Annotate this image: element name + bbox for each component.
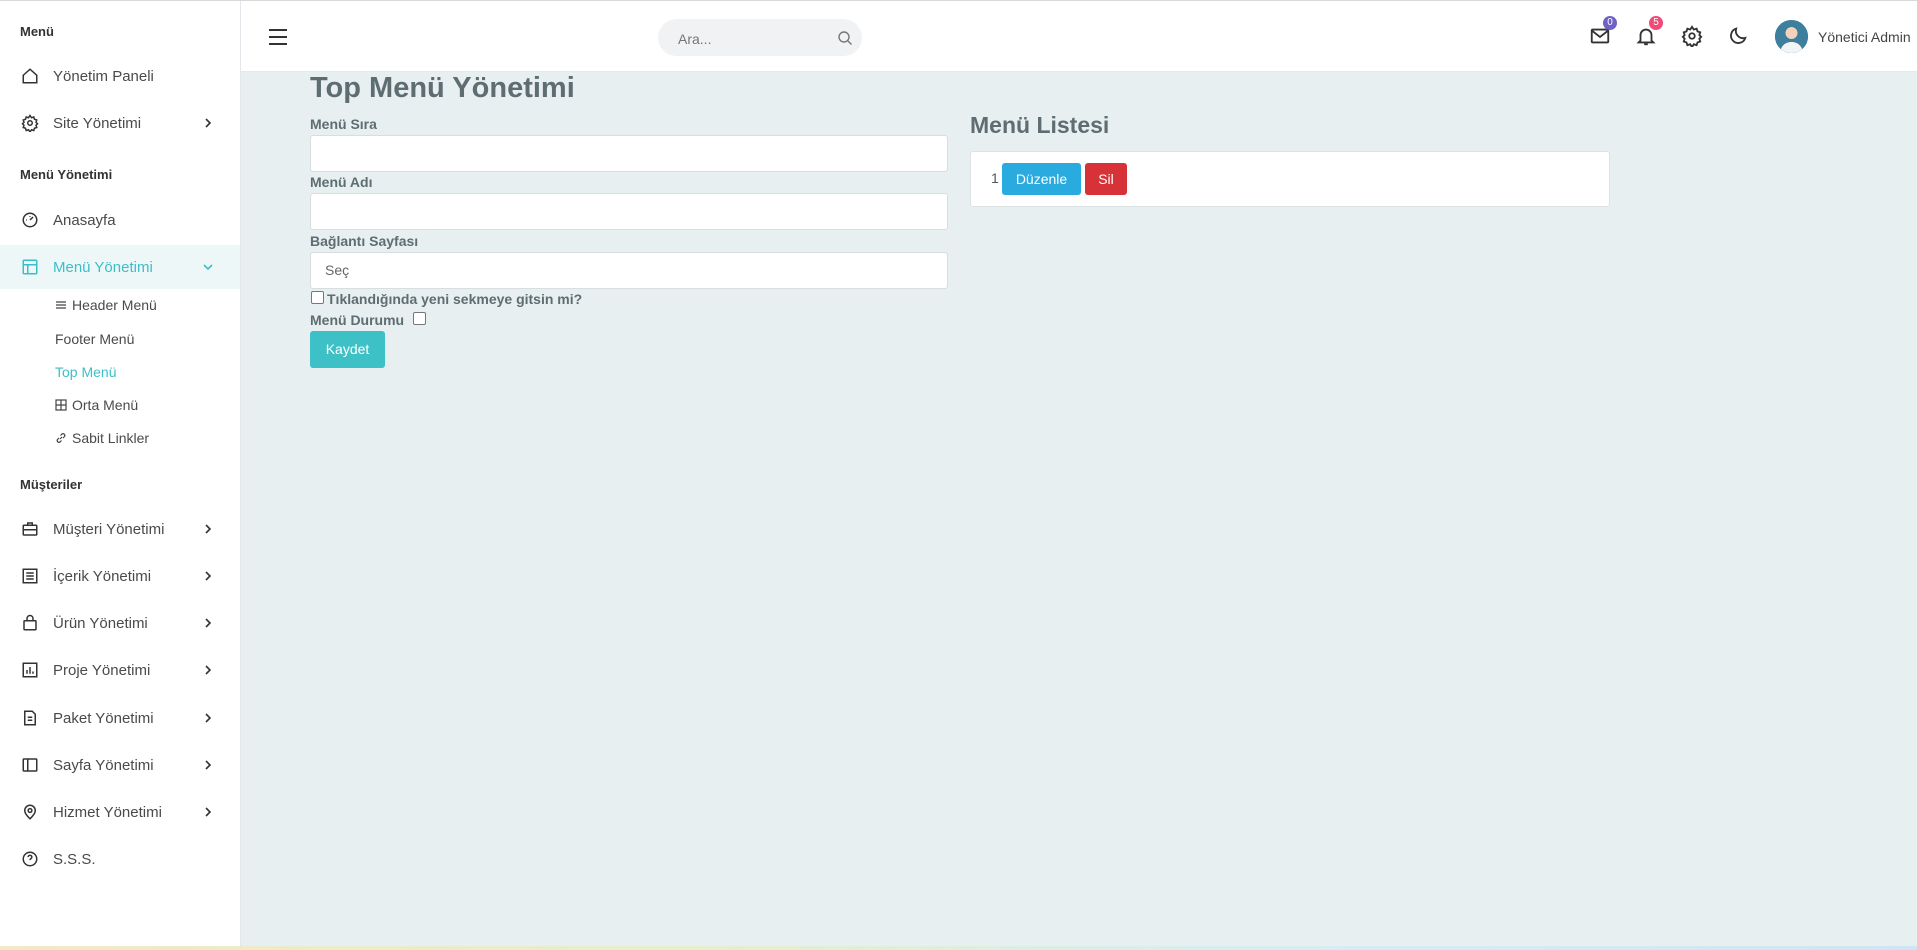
sidebar-item-dashboard[interactable]: Yönetim Paneli [0, 54, 240, 98]
sidebar-item-label: Paket Yönetimi [53, 709, 154, 727]
bar-chart-icon [22, 662, 38, 678]
sidebar-item-product-management[interactable]: Ürün Yönetimi [0, 601, 240, 645]
sidebar-item-label: İçerik Yönetimi [53, 567, 152, 585]
list-icon [22, 568, 38, 584]
menu-row-number: 1 [991, 170, 999, 186]
menu-list-panel: 1 Düzenle Sil [970, 151, 1610, 207]
chevron-right-icon [205, 118, 212, 128]
gear-icon [21, 114, 39, 132]
sidebar-item-label: Sayfa Yönetimi [53, 756, 154, 774]
edit-button[interactable]: Düzenle [1002, 163, 1081, 195]
sidebar-item-homepage[interactable]: Anasayfa [0, 198, 240, 242]
sidebar-item-label: Proje Yönetimi [53, 661, 151, 679]
home-icon [22, 68, 38, 84]
user-avatar-image [1775, 20, 1808, 53]
search-input[interactable] [676, 19, 830, 58]
bag-icon [23, 614, 37, 631]
menu-name-input[interactable] [310, 193, 948, 230]
sidebar-item-package-management[interactable]: Paket Yönetimi [0, 696, 240, 740]
layout-icon [22, 259, 38, 275]
menu-order-label: Menü Sıra [310, 116, 377, 132]
document-icon [24, 710, 36, 726]
sidebar-subitem-label: Sabit Linkler [72, 430, 150, 446]
chevron-right-icon [205, 665, 212, 675]
sidebar: Menü Yönetim Paneli Site Yönetimi Menü Y… [0, 1, 241, 946]
sidebar-item-label: Yönetim Paneli [53, 67, 154, 85]
sidebar-section-title: Menü Yönetimi [20, 167, 113, 182]
search-icon[interactable] [837, 30, 853, 46]
sidebar-item-label: S.S.S. [53, 850, 96, 868]
save-button[interactable]: Kaydet [310, 331, 385, 368]
chevron-right-icon [205, 807, 212, 817]
sidebar-subitem-label: Header Menü [72, 297, 157, 313]
sidebar-subitem-middle-menu[interactable]: Orta Menü [55, 397, 138, 413]
list-icon [56, 301, 66, 309]
sidebar-item-faq[interactable]: S.S.S. [0, 837, 240, 881]
sidebar-item-label: Anasayfa [53, 211, 116, 229]
sidebar-subitem-top-menu[interactable]: Top Menü [55, 364, 116, 380]
page-title: Top Menü Yönetimi [310, 72, 575, 104]
sidebar-item-label: Site Yönetimi [53, 114, 142, 132]
sidebar-item-content-management[interactable]: İçerik Yönetimi [0, 554, 240, 598]
help-circle-icon [22, 851, 38, 867]
sidebar-subitem-footer-menu[interactable]: Footer Menü [55, 331, 134, 347]
dark-mode-moon-icon[interactable] [1727, 25, 1749, 47]
sidebar-item-label: Ürün Yönetimi [53, 614, 148, 632]
sidebar-item-service-management[interactable]: Hizmet Yönetimi [0, 790, 240, 834]
chevron-right-icon [205, 618, 212, 628]
sidebar-item-label: Menü Yönetimi [53, 258, 153, 276]
chevron-right-icon [205, 760, 212, 770]
hamburger-menu-icon[interactable] [268, 28, 288, 46]
chevron-right-icon [205, 713, 212, 723]
new-tab-label: Tıklandığında yeni sekmeye gitsin mi? [327, 291, 583, 307]
notification-count-badge: 5 [1649, 16, 1663, 30]
sidebar-section-title: Menü [20, 24, 54, 39]
bottom-border [0, 946, 1917, 950]
sidebar-icon [22, 758, 38, 772]
settings-gear-icon[interactable] [1681, 25, 1703, 47]
menu-list-title: Menü Listesi [970, 112, 1110, 138]
menu-status-checkbox[interactable] [413, 312, 426, 325]
sidebar-subitem-label: Orta Menü [72, 397, 139, 413]
map-pin-icon [23, 804, 37, 820]
mail-count-badge: 0 [1603, 16, 1617, 30]
menu-name-label: Menü Adı [310, 174, 373, 190]
chevron-down-icon [203, 264, 213, 271]
sidebar-item-customer-management[interactable]: Müşteri Yönetimi [0, 507, 240, 551]
user-name[interactable]: Yönetici Admin [1818, 29, 1911, 45]
sidebar-item-page-management[interactable]: Sayfa Yönetimi [0, 743, 240, 787]
sidebar-subitem-label: Footer Menü [55, 331, 135, 347]
grid-icon [55, 399, 67, 411]
chevron-right-icon [205, 571, 212, 581]
sidebar-item-project-management[interactable]: Proje Yönetimi [0, 648, 240, 692]
sidebar-subitem-label: Top Menü [55, 364, 117, 380]
briefcase-icon [22, 522, 38, 536]
sidebar-subitem-fixed-links[interactable]: Sabit Linkler [55, 430, 149, 446]
link-page-label: Bağlantı Sayfası [310, 233, 419, 249]
sidebar-item-label: Hizmet Yönetimi [53, 803, 162, 821]
main-content: Top Menü Yönetimi Menü Sıra Menü Adı Bağ… [241, 72, 1917, 946]
link-page-select[interactable]: Seç [310, 252, 948, 289]
new-tab-checkbox[interactable] [311, 291, 324, 304]
user-avatar[interactable] [1775, 20, 1808, 53]
sidebar-item-label: Müşteri Yönetimi [53, 520, 165, 538]
top-header: 0 5 Yönetici Admin [241, 1, 1917, 72]
search-bar [658, 19, 862, 58]
sidebar-item-menu-management[interactable]: Menü Yönetimi [0, 245, 240, 289]
chevron-right-icon [205, 524, 212, 534]
sidebar-subitem-header-menu[interactable]: Header Menü [55, 297, 157, 313]
dashboard-icon [22, 212, 38, 228]
sidebar-item-site-management[interactable]: Site Yönetimi [0, 101, 240, 145]
link-icon [56, 433, 66, 443]
menu-status-label: Menü Durumu [310, 312, 405, 328]
delete-button[interactable]: Sil [1085, 163, 1127, 195]
sidebar-section-title: Müşteriler [20, 477, 83, 492]
menu-order-input[interactable] [310, 135, 948, 172]
